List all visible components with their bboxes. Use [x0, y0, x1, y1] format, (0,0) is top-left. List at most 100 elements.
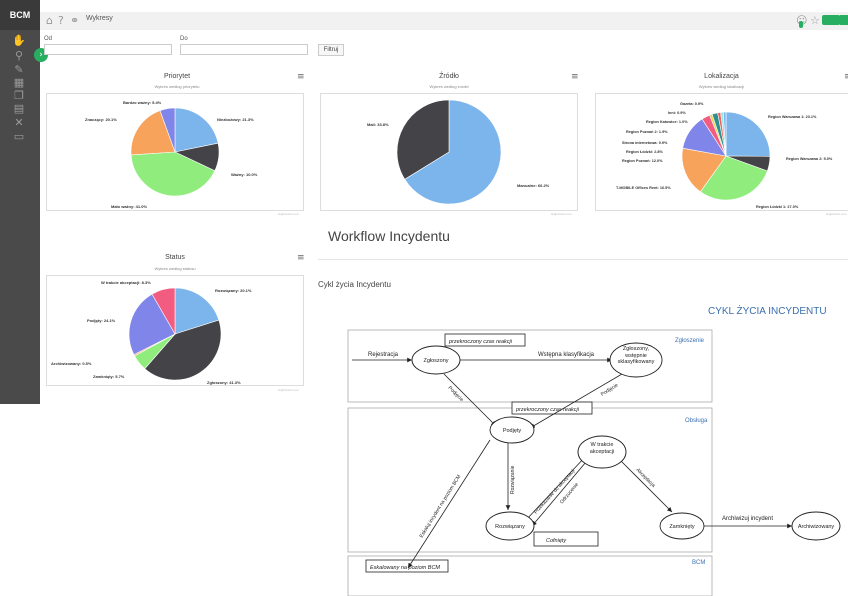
pie-label: Rozwiązany: 20.1% [215, 288, 252, 293]
pie-label: Region Łódzki: 2.8% [626, 150, 664, 154]
notification-badge-icon [799, 21, 803, 28]
pie-label: Ważny: 10.0% [231, 172, 258, 177]
top-bar: ⌂ ? ⚭ Wykresy ☺ ☆ [40, 12, 848, 30]
location-icon[interactable]: ⚲ [12, 50, 26, 62]
pie-label: Region Katowice: 1.0% [646, 120, 688, 124]
arrow [443, 373, 497, 427]
chart-credit[interactable]: Highcharts.com [278, 212, 299, 216]
lane-label: Zgłoszenie [675, 338, 705, 344]
pie-label: Bardzo ważny: 5.4% [123, 100, 162, 105]
transition-label: Rejestracja [368, 352, 399, 358]
chart-subtitle-priorytet: Wykres według priorytetu [154, 84, 200, 89]
chart-icon[interactable]: ▦ [12, 77, 26, 89]
transition-label: Rozwiązanie [510, 465, 516, 494]
transition-label: Podjęcie [447, 385, 465, 403]
app-logo[interactable]: BCM [0, 0, 40, 30]
pie-label: Region Łódzki 1: 27.0% [756, 205, 799, 209]
pie-label: Podjęty: 24.1% [87, 318, 116, 323]
chart-title-zrodlo: Źródło [439, 73, 459, 80]
pie-label: Gazeta: 0.9% [680, 102, 704, 106]
note-text: Eskalowany na poziom BCM [370, 565, 440, 571]
state-label: Zgłoszony [423, 358, 448, 364]
transition-label: Eskaluj incydent na poziom BCM [419, 474, 463, 539]
state-label: Podjęty [503, 428, 522, 434]
chart-zrodlo: Manualne: 66.2% Mail: 33.8% [320, 93, 578, 211]
sidebar: BCM ✋ ⚲ ✎ ▦ ❐ ▤ ✕ ▭ [0, 0, 40, 404]
chart-title-priorytet: Priorytet [163, 73, 191, 80]
home-icon[interactable]: ⌂ [46, 14, 53, 27]
tools-icon[interactable]: ✕ [12, 117, 26, 129]
to-date-input[interactable] [180, 44, 308, 55]
chart-lokalizacja: Region Warszawa 1: 23.1% Region Warszawa… [595, 93, 848, 211]
pie-label: Inni: 0.9% [668, 111, 686, 115]
pie-label: Region Poznań 2: 1.9% [626, 130, 668, 134]
transition-label: Podjęcie [600, 382, 620, 397]
chart-status: Rozwiązany: 20.1% Zgłoszony: 41.3% Zamkn… [46, 275, 304, 386]
pie-label: Znaczący: 20.1% [85, 117, 117, 122]
monitor-icon[interactable]: ▭ [12, 131, 26, 143]
note-text: przekroczony czas reakcji [448, 339, 513, 345]
state-label: Rozwiązany [495, 524, 525, 530]
transition-label: Archiwizuj incydent [722, 516, 773, 522]
from-label: Od [44, 36, 53, 42]
state-label: Archiwizowany [798, 524, 835, 530]
pie-status: Rozwiązany: 20.1% Zgłoszony: 41.3% Zamkn… [51, 280, 252, 385]
lane-label: BCM [692, 560, 705, 566]
note-text: Cofnięty [546, 538, 567, 544]
pie-label: Archiwizowany: 0.5% [51, 361, 92, 366]
workflow-title: Workflow Incydentu [328, 228, 450, 244]
chart-subtitle-status: Wykres według statusu [154, 266, 196, 271]
chart-subtitle-lokalizacja: Wykres według lokalizacji [698, 84, 745, 89]
pie-label: Region Warszawa 1: 23.1% [768, 115, 817, 119]
pie-label: Region Poznań: 12.0% [622, 159, 663, 163]
pie-priorytet: Niezbożowy: 21.3% Ważny: 10.0% Mało ważn… [85, 100, 258, 209]
pie-label: Mało ważny: 41.0% [111, 204, 147, 209]
diagram-title: CYKL ŻYCIA INCYDENTU [708, 304, 827, 317]
chart-menu-icon[interactable]: ≡ [297, 72, 305, 82]
pie-lokalizacja: Region Warszawa 1: 23.1% Region Warszawa… [616, 102, 833, 209]
help-icon[interactable]: ? [58, 14, 64, 27]
pie-label: Niezbożowy: 21.3% [217, 117, 254, 122]
arrow [531, 461, 587, 527]
chart-menu-icon[interactable]: ≡ [297, 253, 305, 263]
transition-label: Wstępna klasyfikacja [538, 352, 595, 358]
chart-title-status: Status [165, 254, 185, 261]
status-icon[interactable] [839, 15, 848, 25]
pie-slice[interactable] [725, 111, 771, 157]
link-icon[interactable]: ⚭ [70, 14, 79, 27]
section-divider [318, 259, 848, 260]
pie-label: Manualne: 66.2% [517, 183, 550, 188]
lane-label: Obsługa [685, 418, 708, 424]
breadcrumb: Wykresy [86, 15, 113, 22]
chart-credit[interactable]: Highcharts.com [826, 212, 847, 216]
pencil-icon[interactable]: ✎ [12, 64, 26, 76]
hand-icon[interactable]: ✋ [12, 35, 26, 47]
layers-icon[interactable]: ❐ [12, 90, 26, 102]
arrow [407, 439, 491, 569]
pie-label: Region Warszawa 2: 5.0% [786, 157, 833, 161]
filter-button[interactable]: Filtruj [318, 44, 344, 56]
chart-credit[interactable]: Highcharts.com [551, 212, 572, 216]
chart-priorytet: Niezbożowy: 21.3% Ważny: 10.0% Mało ważn… [46, 93, 304, 211]
to-label: Do [180, 36, 188, 42]
pie-label: Zgłoszony: 41.3% [207, 380, 241, 385]
workflow-diagram: CYKL ŻYCIA INCYDENTU Zgłoszenie Obsługa … [347, 304, 841, 596]
document-icon[interactable]: ▤ [12, 103, 26, 115]
note-text: przekroczony czas reakcji [515, 407, 580, 413]
star-icon[interactable]: ☆ [810, 14, 820, 27]
language-icon[interactable] [822, 15, 840, 25]
pie-label: W trakcie akceptacji: 8.3% [101, 280, 151, 285]
state-label: Zgłoszony, wstępnie sklasyfikowany [617, 346, 655, 365]
arrow [617, 457, 673, 513]
chart-subtitle-zrodlo: Wykres według źródeł [429, 84, 469, 89]
chart-menu-icon[interactable]: ≡ [844, 72, 848, 82]
chart-title-lokalizacja: Lokalizacja [704, 73, 739, 80]
state-label: W trakcie akceptacji [589, 442, 615, 455]
from-date-input[interactable] [44, 44, 172, 55]
chart-menu-icon[interactable]: ≡ [571, 72, 579, 82]
pie-zrodlo: Manualne: 66.2% Mail: 33.8% [367, 99, 550, 205]
chart-credit[interactable]: Highcharts.com [278, 388, 299, 392]
pie-label: T-MOBILE Offices Rent: 16.5% [616, 186, 671, 190]
pie-label: Mail: 33.8% [367, 122, 389, 127]
arrow [529, 373, 623, 429]
